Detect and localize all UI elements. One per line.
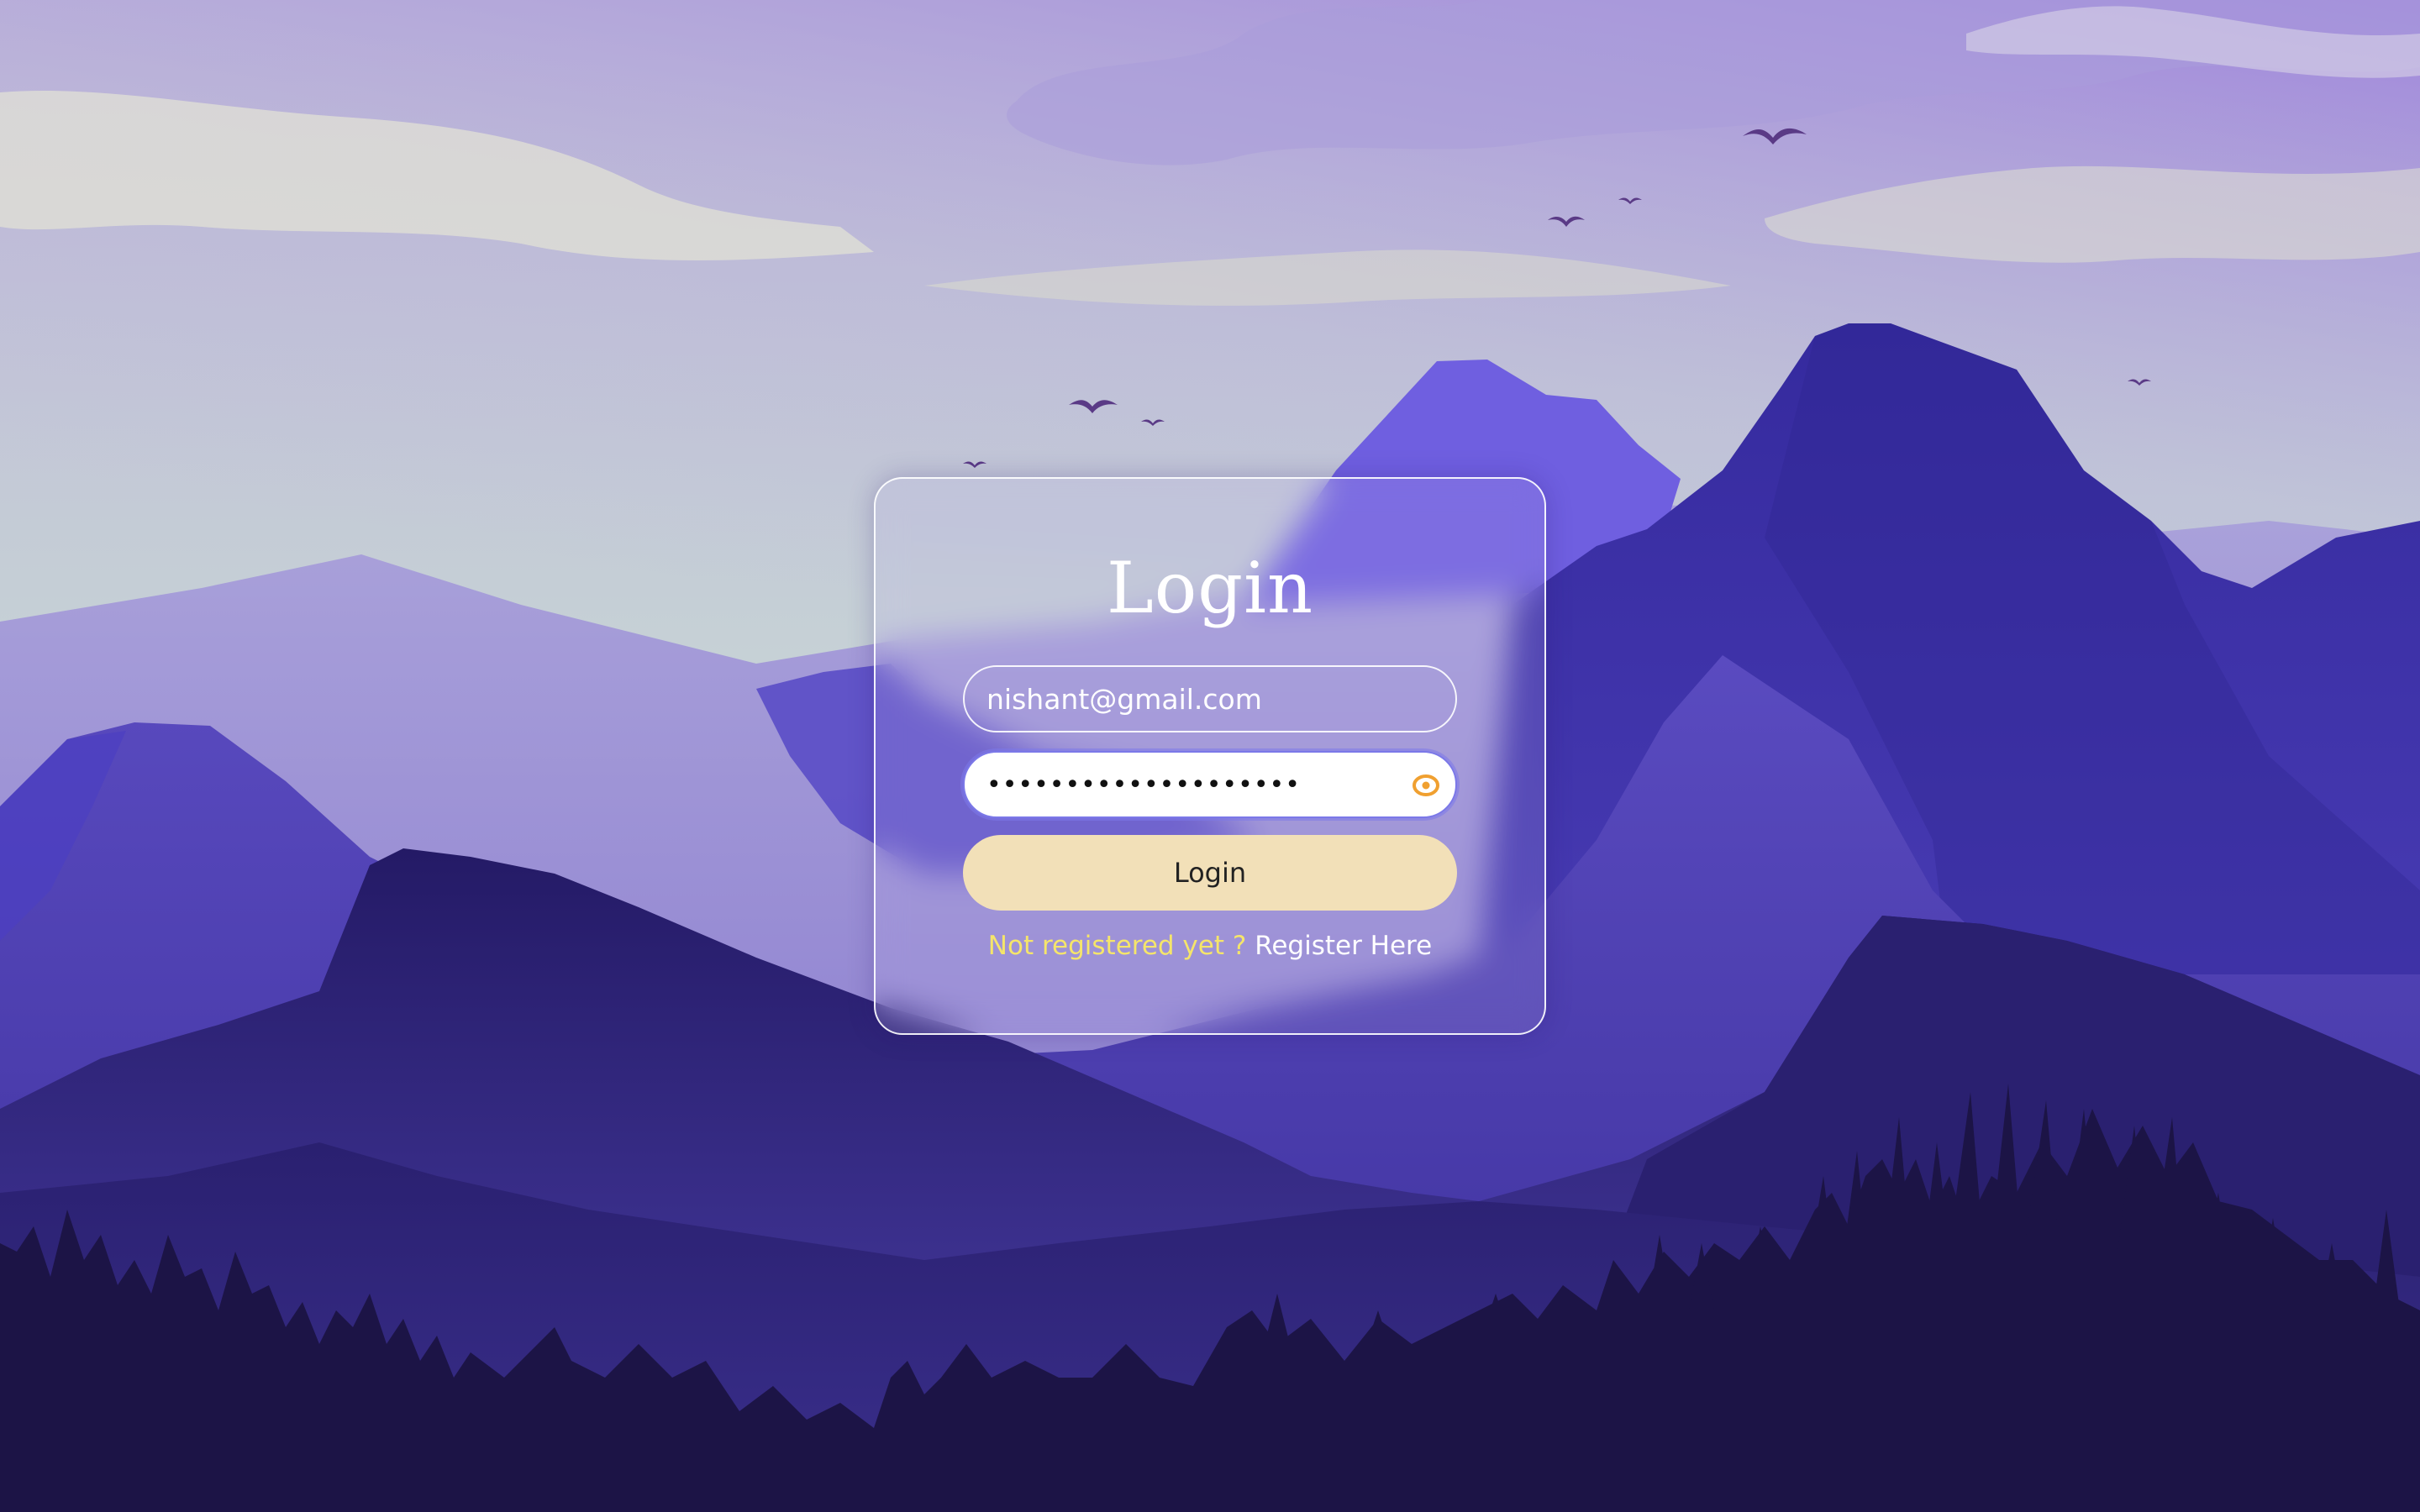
not-registered-text: Not registered yet ? — [987, 931, 1247, 961]
register-link[interactable]: Register Here — [1255, 931, 1432, 961]
login-card: Login Login Not registered yet ? Registe… — [874, 477, 1546, 1035]
email-input[interactable] — [963, 665, 1457, 732]
register-prompt: Not registered yet ? Register Here — [876, 929, 1544, 963]
eye-icon[interactable] — [1412, 771, 1440, 800]
password-input[interactable] — [965, 753, 1385, 816]
login-button[interactable]: Login — [963, 835, 1457, 911]
password-field[interactable] — [963, 751, 1457, 818]
login-title: Login — [1106, 547, 1314, 629]
